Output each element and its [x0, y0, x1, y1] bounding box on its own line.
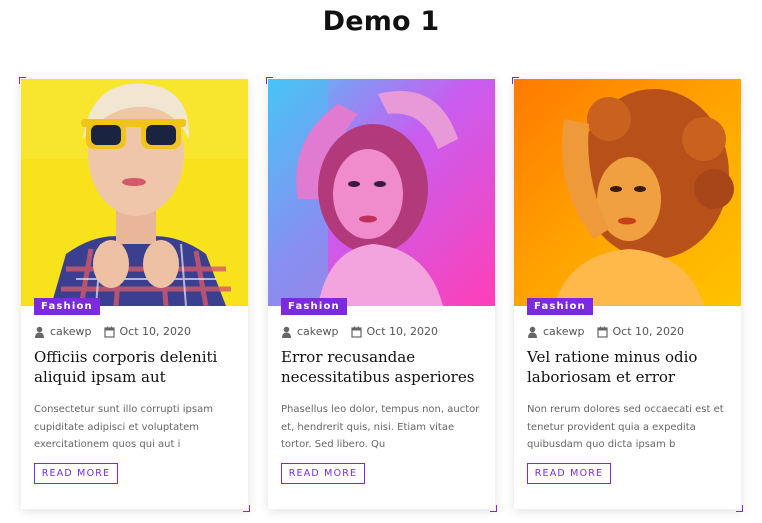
post-meta: cakewp Oct 10, 2020	[281, 325, 438, 338]
post-title[interactable]: Vel ratione minus odio laboriosam et err…	[527, 347, 732, 387]
read-more-button[interactable]: READ MORE	[281, 463, 365, 484]
post-meta: cakewp Oct 10, 2020	[34, 325, 191, 338]
post-excerpt: Phasellus leo dolor, tempus non, auctor …	[281, 404, 480, 450]
post-card: Fashion cakewp Oct 10, 2020 Vel ratione …	[514, 79, 741, 509]
user-icon	[528, 326, 537, 338]
post-date: Oct 10, 2020	[612, 325, 685, 338]
author-name[interactable]: cakewp	[50, 325, 92, 338]
category-badge[interactable]: Fashion	[281, 298, 347, 315]
user-icon	[282, 326, 291, 338]
user-icon	[35, 326, 44, 338]
author-name[interactable]: cakewp	[297, 325, 339, 338]
calendar-icon	[103, 326, 115, 338]
category-badge[interactable]: Fashion	[527, 298, 593, 315]
read-more-button[interactable]: READ MORE	[34, 463, 118, 484]
post-image[interactable]	[514, 79, 741, 306]
post-title[interactable]: Error recusandae necessitatibus asperior…	[281, 347, 486, 387]
post-date: Oct 10, 2020	[119, 325, 192, 338]
post-image[interactable]	[268, 79, 495, 306]
post-card: Fashion cakewp Oct 10, 2020 Officiis cor…	[21, 79, 248, 509]
post-meta: cakewp Oct 10, 2020	[527, 325, 684, 338]
category-badge[interactable]: Fashion	[34, 298, 100, 315]
post-excerpt: Non rerum dolores sed occaecati est et t…	[527, 404, 724, 450]
corner-bracket	[736, 505, 743, 512]
corner-bracket	[19, 77, 26, 84]
author-name[interactable]: cakewp	[543, 325, 585, 338]
post-excerpt: Consectetur sunt illo corrupti ipsam cup…	[34, 404, 213, 450]
post-card: Fashion cakewp Oct 10, 2020 Error recusa…	[268, 79, 495, 509]
post-image[interactable]	[21, 79, 248, 306]
calendar-icon	[596, 326, 608, 338]
post-date: Oct 10, 2020	[366, 325, 439, 338]
post-title[interactable]: Officiis corporis deleniti aliquid ipsam…	[34, 347, 239, 387]
read-more-button[interactable]: READ MORE	[527, 463, 611, 484]
corner-bracket	[512, 77, 519, 84]
corner-bracket	[490, 505, 497, 512]
page-title: Demo 1	[322, 6, 440, 37]
corner-bracket	[266, 77, 273, 84]
corner-bracket	[243, 505, 250, 512]
calendar-icon	[350, 326, 362, 338]
